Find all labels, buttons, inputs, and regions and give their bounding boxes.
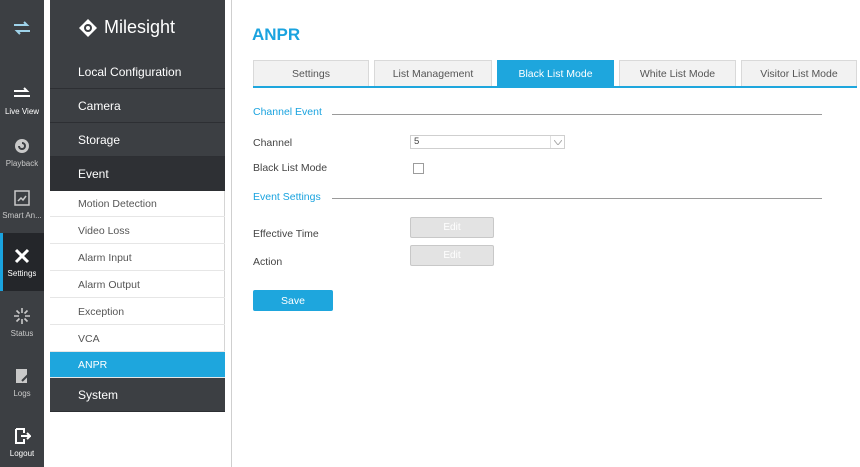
edit-button-label: Edit <box>443 250 461 261</box>
menu-section-local-configuration[interactable]: Local Configuration <box>50 55 225 89</box>
panel-divider <box>231 0 232 467</box>
rail-label: Live View <box>4 107 40 116</box>
brand-name: Milesight <box>104 17 176 37</box>
menu-item-label: Exception <box>78 305 125 318</box>
action-edit-button[interactable]: Edit <box>410 245 494 266</box>
channel-select[interactable]: 5 <box>410 135 565 149</box>
tab-label: List Management <box>392 67 474 80</box>
menu-section-label: Local Configuration <box>78 64 182 79</box>
save-button[interactable]: Save <box>253 290 333 311</box>
rail-label: Settings <box>7 269 37 278</box>
menu-section-label: Camera <box>78 98 121 113</box>
menu-section-storage[interactable]: Storage <box>50 123 225 157</box>
black-list-mode-checkbox[interactable] <box>413 163 424 174</box>
menu-section-system[interactable]: System <box>50 378 225 412</box>
rail-label: Logout <box>9 449 35 458</box>
menu-section-camera[interactable]: Camera <box>50 89 225 123</box>
rail-item-live-view[interactable]: Live View <box>0 72 44 128</box>
page-title: ANPR <box>252 25 301 44</box>
tab-underline <box>253 86 857 88</box>
menu-item-label: Motion Detection <box>78 197 157 210</box>
tab-settings[interactable]: Settings <box>253 60 369 86</box>
channel-select-value: 5 <box>414 136 420 147</box>
menu-item-alarm-input[interactable]: Alarm Input <box>50 245 225 271</box>
action-label: Action <box>253 256 283 268</box>
rail-item-settings[interactable]: Settings <box>0 233 44 291</box>
rail-label: Playback <box>5 159 39 168</box>
menu-item-anpr[interactable]: ANPR <box>50 352 225 378</box>
group-divider <box>332 114 822 115</box>
edit-button-label: Edit <box>443 222 461 233</box>
save-button-label: Save <box>281 294 305 307</box>
menu-item-video-loss[interactable]: Video Loss <box>50 218 225 244</box>
app-window: Live View Playback Smart An... Settings <box>0 0 860 467</box>
playback-icon <box>12 136 32 156</box>
menu-section-label: System <box>78 387 119 402</box>
rail-item-status[interactable]: Status <box>0 294 44 350</box>
tab-label: Settings <box>292 67 330 80</box>
logs-icon <box>12 366 32 386</box>
tab-white-list-mode[interactable]: White List Mode <box>619 60 736 86</box>
rail-item-smart-analysis[interactable]: Smart An... <box>0 176 44 232</box>
menu-item-exception[interactable]: Exception <box>50 299 225 325</box>
logout-icon <box>12 426 32 446</box>
rail-item-logout[interactable]: Logout <box>0 414 44 467</box>
settings-icon <box>12 246 32 266</box>
tab-label: Visitor List Mode <box>760 67 838 80</box>
rail-label: Status <box>10 329 34 338</box>
tab-list-management[interactable]: List Management <box>374 60 492 86</box>
menu-section-event[interactable]: Event <box>50 157 225 191</box>
tab-label: Black List Mode <box>518 67 593 80</box>
effective-time-edit-button[interactable]: Edit <box>410 217 494 238</box>
rail-label: Logs <box>13 389 31 398</box>
rail-label: Smart An... <box>2 211 42 220</box>
menu-item-label: Alarm Input <box>78 251 132 264</box>
milesight-logo-icon <box>79 18 97 37</box>
swap-arrows-icon <box>14 20 30 35</box>
menu-item-label: Video Loss <box>78 224 130 237</box>
menu-item-label: Alarm Output <box>78 278 140 291</box>
rail-item-playback[interactable]: Playback <box>0 124 44 180</box>
event-settings-heading: Event Settings <box>253 191 321 203</box>
brand-header: Milesight <box>50 0 225 55</box>
smart-analysis-icon <box>12 188 32 208</box>
tab-label: White List Mode <box>639 67 716 80</box>
menu-item-label: VCA <box>78 332 100 345</box>
effective-time-label: Effective Time <box>253 228 319 240</box>
tab-visitor-list-mode[interactable]: Visitor List Mode <box>741 60 857 86</box>
group-divider <box>332 198 822 199</box>
menu-item-alarm-output[interactable]: Alarm Output <box>50 272 225 298</box>
channel-label: Channel <box>253 137 293 149</box>
channel-event-heading: Channel Event <box>253 106 322 118</box>
rail-item-logs[interactable]: Logs <box>0 354 44 410</box>
icon-rail: Live View Playback Smart An... Settings <box>0 0 44 467</box>
menu-item-vca[interactable]: VCA <box>50 326 225 352</box>
chevron-down-icon <box>550 136 564 148</box>
black-list-mode-label: Black List Mode <box>253 162 328 174</box>
menu-toggle-button[interactable] <box>0 0 44 55</box>
menu-item-label: ANPR <box>78 358 108 371</box>
status-icon <box>12 306 32 326</box>
menu-section-label: Storage <box>78 132 121 147</box>
menu-item-motion-detection[interactable]: Motion Detection <box>50 191 225 217</box>
live-view-icon <box>12 84 32 104</box>
menu-section-label: Event <box>78 166 109 181</box>
tab-black-list-mode[interactable]: Black List Mode <box>497 60 614 86</box>
